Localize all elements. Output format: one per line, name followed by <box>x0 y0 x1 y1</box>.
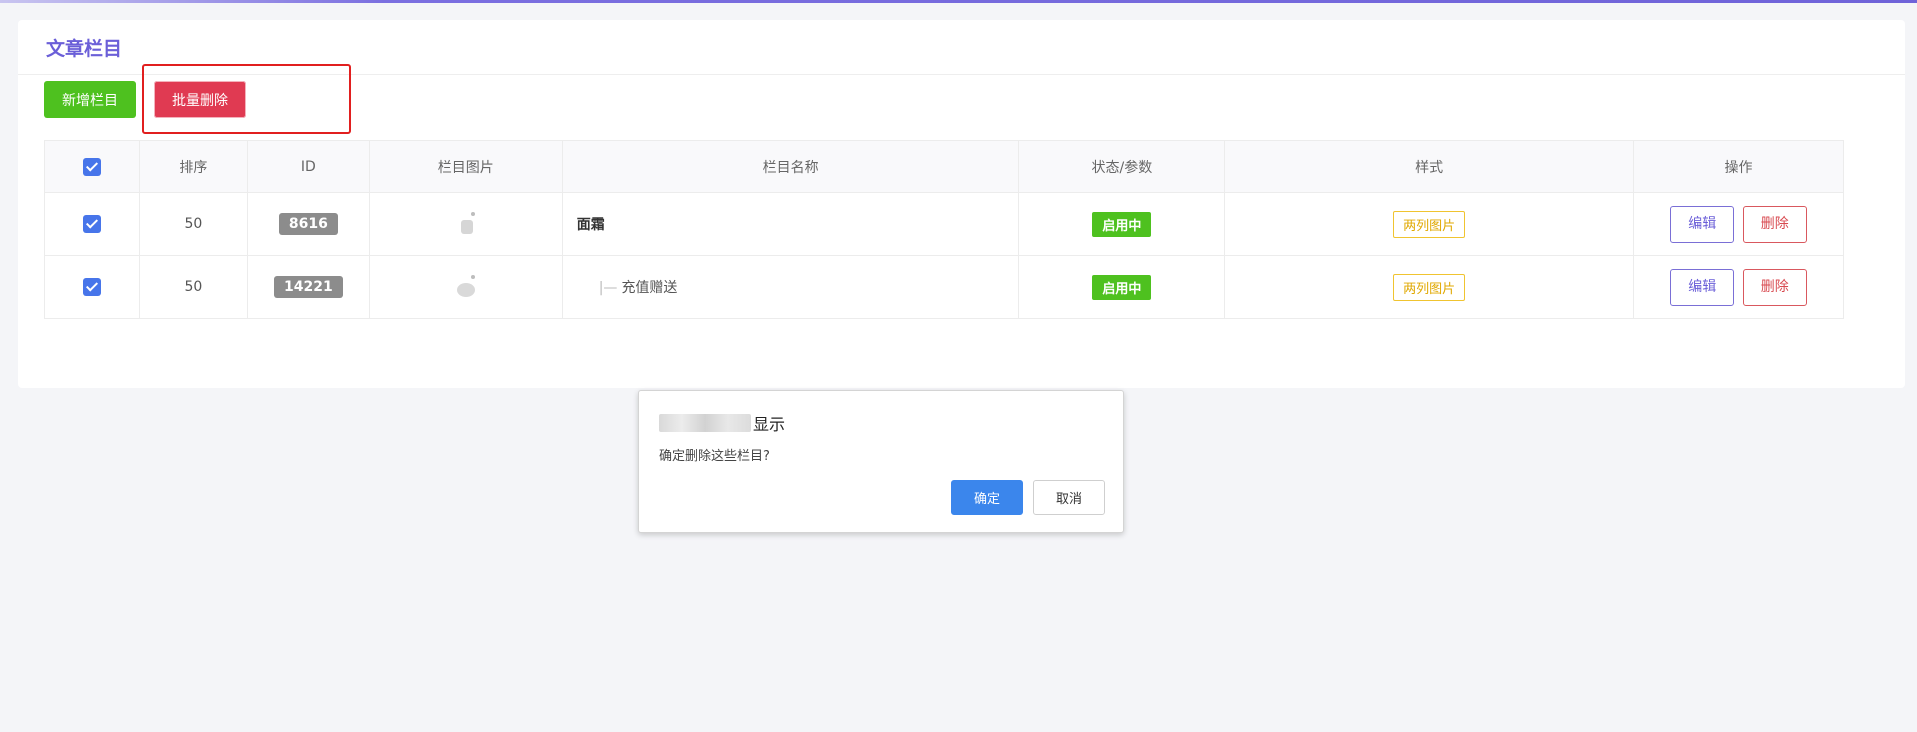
top-accent-strip <box>0 0 1917 3</box>
confirm-cancel-button[interactable]: 取消 <box>1032 480 1105 515</box>
row-status-cell: 启用中 <box>1018 192 1226 256</box>
style-tag: 两列图片 <box>1393 210 1466 238</box>
header-name: 栏目名称 <box>561 140 1020 193</box>
batch-delete-button[interactable]: 批量删除 <box>154 81 246 118</box>
header-actions: 操作 <box>1633 140 1844 193</box>
header-style: 样式 <box>1224 140 1635 193</box>
status-badge: 启用中 <box>1092 211 1152 237</box>
dialog-actions: 确定 取消 <box>950 480 1105 515</box>
header-image: 栏目图片 <box>368 140 563 193</box>
header-sort: 排序 <box>138 140 248 193</box>
column-name: 充值赠送 <box>621 280 678 296</box>
table-header-row: 排序 ID 栏目图片 栏目名称 状态/参数 样式 操作 <box>44 140 1844 193</box>
table-row: 50 8616 面霜 启用中 两列图片 编辑 删除 <box>44 192 1844 256</box>
row-checkbox[interactable] <box>82 215 101 233</box>
header-status: 状态/参数 <box>1018 140 1226 193</box>
status-badge: 启用中 <box>1092 274 1152 300</box>
edit-button[interactable]: 编辑 <box>1670 268 1735 306</box>
row-checkbox[interactable] <box>82 278 101 296</box>
dialog-origin: 显示 <box>659 413 786 434</box>
delete-button[interactable]: 删除 <box>1742 268 1807 306</box>
redacted-origin <box>659 414 751 432</box>
style-tag: 两列图片 <box>1393 273 1466 301</box>
edit-button[interactable]: 编辑 <box>1670 205 1735 243</box>
row-actions-cell: 编辑 删除 <box>1633 255 1844 319</box>
row-name-cell: 面霜 <box>561 192 1020 256</box>
row-id-cell: 8616 <box>246 192 370 256</box>
column-name: 面霜 <box>576 217 605 233</box>
dialog-heading: 显示 <box>753 415 786 434</box>
row-image-cell <box>368 255 563 319</box>
row-style-cell: 两列图片 <box>1224 192 1635 256</box>
toolbar: 新增栏目 批量删除 <box>44 81 246 118</box>
dialog-message: 确定删除这些栏目? <box>659 449 770 464</box>
row-style-cell: 两列图片 <box>1224 255 1635 319</box>
header-select-all[interactable] <box>44 140 140 193</box>
column-thumbnail <box>449 208 483 240</box>
column-table: 排序 ID 栏目图片 栏目名称 状态/参数 样式 操作 50 8616 面霜 启… <box>44 140 1844 319</box>
select-all-checkbox[interactable] <box>82 157 101 176</box>
table-row: 50 14221 |— 充值赠送 启用中 两列图片 编辑 删除 <box>44 255 1844 319</box>
header-id: ID <box>246 140 370 193</box>
row-select-cell[interactable] <box>44 255 140 319</box>
row-image-cell <box>368 192 563 256</box>
row-actions-cell: 编辑 删除 <box>1633 192 1844 256</box>
confirm-dialog: 显示 确定删除这些栏目? 确定 取消 <box>638 390 1124 533</box>
row-sort: 50 <box>138 255 248 319</box>
tree-indent-line: |— <box>598 280 618 296</box>
id-badge: 14221 <box>273 276 343 298</box>
row-sort: 50 <box>138 192 248 256</box>
row-select-cell[interactable] <box>44 192 140 256</box>
page-title: 文章栏目 <box>46 37 123 60</box>
add-column-button[interactable]: 新增栏目 <box>44 81 136 118</box>
id-badge: 8616 <box>278 213 338 235</box>
row-status-cell: 启用中 <box>1018 255 1226 319</box>
row-id-cell: 14221 <box>246 255 370 319</box>
confirm-ok-button[interactable]: 确定 <box>950 480 1023 515</box>
delete-button[interactable]: 删除 <box>1742 205 1807 243</box>
row-name-cell: |— 充值赠送 <box>561 255 1020 319</box>
column-thumbnail <box>449 271 483 303</box>
